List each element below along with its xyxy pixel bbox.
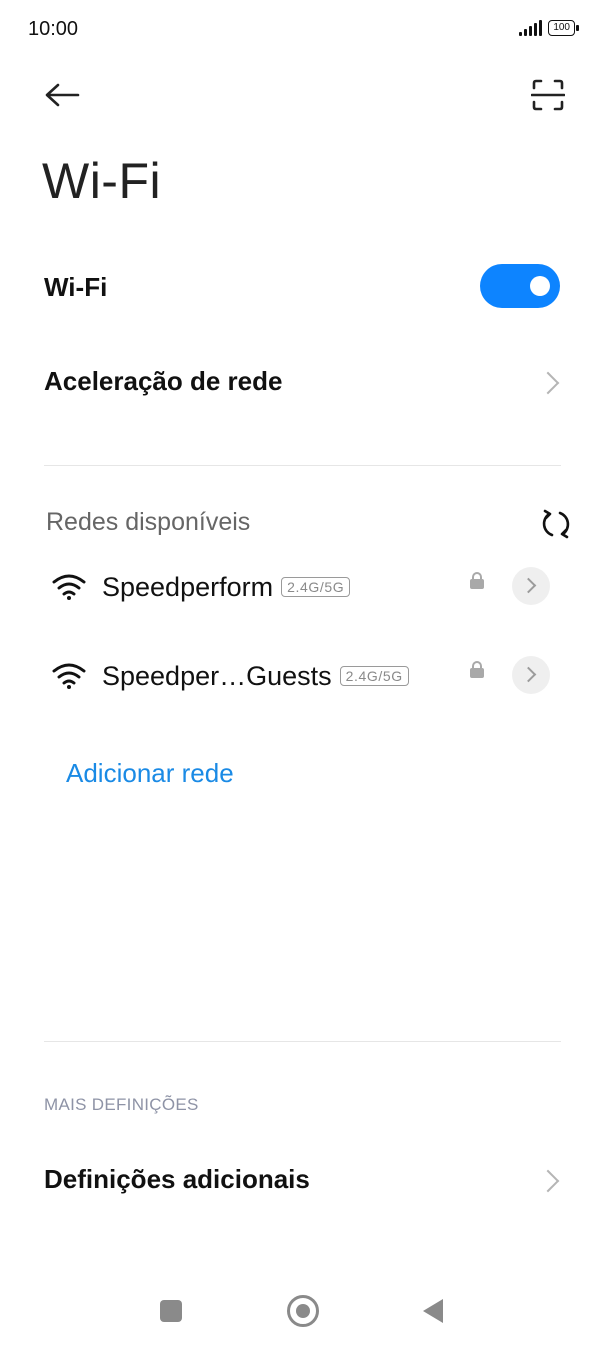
network-acceleration-label: Aceleração de rede	[44, 366, 283, 396]
toggle-knob	[530, 276, 550, 296]
back-button[interactable]	[40, 73, 84, 117]
recents-button[interactable]	[160, 1300, 182, 1322]
band-badge: 2.4G/5G	[339, 666, 409, 686]
battery-icon: 100	[548, 20, 579, 36]
chevron-right-icon	[520, 577, 537, 594]
wifi-toggle[interactable]	[480, 264, 560, 308]
arrow-left-icon	[45, 83, 80, 107]
scan-icon	[531, 79, 565, 111]
chevron-right-icon	[536, 371, 560, 395]
add-network-link[interactable]: Adicionar rede	[66, 758, 234, 789]
network-name: Speedper…Guests	[102, 660, 332, 691]
home-button[interactable]	[287, 1295, 319, 1327]
network-item-speedperform-guests[interactable]: Speedper…Guests 2.4G/5G	[50, 646, 560, 706]
home-circle-icon	[296, 1304, 310, 1318]
lock-icon	[470, 572, 484, 589]
refresh-icon	[542, 509, 570, 539]
chevron-right-icon	[520, 666, 537, 683]
network-acceleration-row[interactable]: Aceleração de rede	[44, 350, 564, 414]
band-badge: 2.4G/5G	[281, 577, 351, 597]
refresh-button[interactable]	[534, 502, 578, 546]
divider	[44, 465, 561, 466]
network-item-speedperform[interactable]: Speedperform 2.4G/5G	[50, 557, 560, 617]
wifi-label: Wi-Fi	[44, 272, 108, 302]
wifi-signal-icon	[52, 663, 86, 689]
divider	[44, 1041, 561, 1042]
network-name: Speedperform	[102, 571, 274, 602]
wifi-signal-icon	[52, 574, 86, 600]
scan-button[interactable]	[526, 73, 570, 117]
available-networks-title: Redes disponíveis	[46, 508, 251, 536]
status-time: 10:00	[28, 18, 79, 40]
additional-settings-label: Definições adicionais	[44, 1164, 310, 1194]
signal-icon	[519, 20, 543, 36]
status-icons: 100	[519, 20, 579, 36]
nav-back-button[interactable]	[423, 1299, 443, 1323]
more-settings-section-label: MAIS DEFINIÇÕES	[44, 1095, 199, 1114]
network-details-button[interactable]	[512, 656, 550, 694]
network-details-button[interactable]	[512, 567, 550, 605]
additional-settings-row[interactable]: Definições adicionais	[44, 1148, 564, 1212]
page-title: Wi-Fi	[42, 153, 162, 209]
chevron-right-icon	[536, 1169, 560, 1193]
lock-icon	[470, 661, 484, 678]
